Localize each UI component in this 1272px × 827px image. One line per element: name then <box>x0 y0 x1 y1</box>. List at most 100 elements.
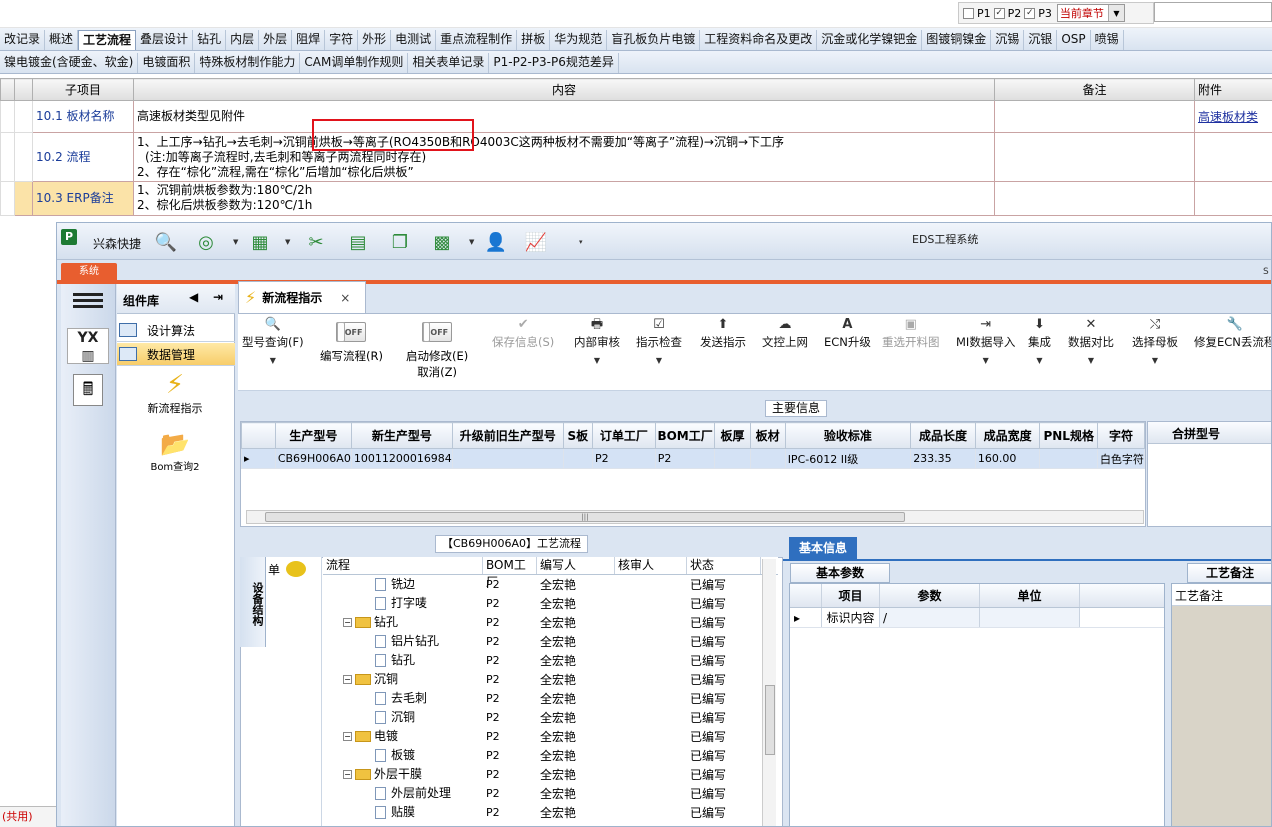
chapter-tab[interactable]: 阻焊 <box>292 30 326 50</box>
chevron-down-icon[interactable]: ▼ <box>1088 356 1094 365</box>
chapter-tab[interactable]: 外形 <box>358 30 392 50</box>
chevron-down-icon[interactable]: ▼ <box>1152 356 1158 365</box>
toggle-switch[interactable]: OFF <box>336 322 367 342</box>
grid-cell[interactable]: 160.00 <box>974 448 1041 469</box>
lib-item-data-management[interactable]: 数据管理 <box>117 343 235 366</box>
chapter-tab[interactable]: 概述 <box>45 30 79 50</box>
reselect-cutting-map-button[interactable]: ▣ 重选开料图 <box>882 316 940 350</box>
scroll-thumb[interactable] <box>765 685 775 755</box>
chapter-tab[interactable]: 外层 <box>259 30 293 50</box>
grid-cell[interactable]: 10011200016984 <box>350 448 453 469</box>
chevron-down-icon[interactable]: ▼ <box>285 238 290 246</box>
new-flow-instruction-launcher[interactable]: ⚡ 新流程指示 <box>127 370 223 416</box>
write-flow-toggle[interactable]: OFF 编写流程(R) <box>320 322 383 364</box>
factory-icon[interactable]: YX ▥ <box>67 328 109 364</box>
chevron-down-icon[interactable]: ▼ <box>983 356 989 365</box>
device-structure-tab[interactable]: 设备结构 <box>240 557 266 647</box>
send-instruction-button[interactable]: ⬆ 发送指示 <box>700 316 746 350</box>
cancel-label[interactable]: 取消(Z) <box>417 364 457 380</box>
collapse-icon[interactable]: − <box>343 732 352 741</box>
chevron-left-icon[interactable]: ◀ <box>189 290 198 304</box>
chevron-down-icon[interactable]: ▼ <box>469 238 474 246</box>
grid-cell[interactable]: IPC-6012 II级 <box>784 448 912 469</box>
chapter-tab[interactable]: 盲孔板负片电镀 <box>607 30 701 50</box>
flow-row[interactable]: − 沉铜 P2 全宏艳 已编写 <box>323 670 778 689</box>
grid-column-header[interactable]: BOM工厂 <box>654 422 716 449</box>
chapter-tab[interactable]: 叠层设计 <box>136 30 194 50</box>
search-icon[interactable]: 🔍 <box>155 231 177 253</box>
data-compare-button[interactable]: ✕ 数据对比 ▼ <box>1068 316 1114 365</box>
chapter-tab[interactable]: 工艺流程 <box>78 30 137 50</box>
grid-cell[interactable]: 白色字符 <box>1096 448 1146 469</box>
p2-checkbox[interactable]: ✓ <box>993 7 1005 19</box>
flow-row[interactable]: 铣边 P2 全宏艳 已编写 <box>323 575 778 594</box>
message-item[interactable]: 单 <box>266 557 322 581</box>
chapter-tab[interactable]: 内层 <box>226 30 260 50</box>
chevron-down-icon[interactable]: ▼ <box>656 356 662 365</box>
row-selector[interactable] <box>14 180 33 217</box>
model-query-button[interactable]: 🔍 型号查询(F) ▼ <box>242 316 304 365</box>
grid-column-header[interactable]: 成品长度 <box>910 422 976 449</box>
grid-column-header[interactable]: 验收标准 <box>784 422 912 449</box>
chapter-tab[interactable]: 特殊板材制作能力 <box>195 53 301 73</box>
chapter-tab[interactable]: 镍电镀金(含硬金、软金) <box>0 53 139 73</box>
flow-row[interactable]: 沉铜 P2 全宏艳 已编写 <box>323 708 778 727</box>
grid-cell[interactable] <box>749 448 786 469</box>
flow-col-header[interactable]: 流程 <box>323 557 483 574</box>
ecn-upgrade-button[interactable]: A ECN升级 <box>824 316 871 350</box>
lib-item-design-algorithm[interactable]: 设计算法 <box>117 319 235 342</box>
collapse-icon[interactable]: − <box>343 770 352 779</box>
mi-data-import-button[interactable]: ⇥ MI数据导入 ▼ <box>956 316 1015 365</box>
grid-cell[interactable]: CB69H006A0 <box>274 448 352 469</box>
req-attachment-link[interactable]: 高速板材类 <box>1194 100 1272 134</box>
grid-column-header[interactable]: 板厚 <box>714 422 751 449</box>
chapter-tab[interactable]: 喷锡 <box>1091 30 1124 50</box>
close-icon[interactable]: × <box>340 291 350 305</box>
select-all-corner[interactable] <box>241 422 276 449</box>
select-all-corner[interactable] <box>14 77 33 102</box>
chapter-tab[interactable]: 工程资料命名及更改 <box>700 30 818 50</box>
chart-icon[interactable]: 📈 <box>525 231 547 253</box>
chapter-tab[interactable]: CAM调单制作规则 <box>300 53 409 73</box>
toggle-switch[interactable]: OFF <box>422 322 453 342</box>
table-row[interactable]: ▸ 标识内容 / <box>790 608 1164 628</box>
chapter-tab[interactable]: 重点流程制作 <box>436 30 518 50</box>
collapse-icon[interactable]: − <box>343 675 352 684</box>
chapter-tab[interactable]: 电测试 <box>391 30 437 50</box>
internal-review-button[interactable]: 🖶 内部审核 ▼ <box>574 316 620 365</box>
chapter-tab[interactable]: 沉银 <box>1024 30 1058 50</box>
collapse-icon[interactable]: − <box>343 618 352 627</box>
vertical-scrollbar[interactable] <box>762 559 776 826</box>
save-info-button[interactable]: ✔ 保存信息(S) <box>492 316 554 350</box>
flow-row[interactable]: 铝片钻孔 P2 全宏艳 已编写 <box>323 632 778 651</box>
grid-column-header[interactable]: 板材 <box>749 422 786 449</box>
param-value-cell[interactable]: / <box>880 608 980 627</box>
customize-icon[interactable]: ▾ <box>579 238 583 246</box>
doc-control-online-button[interactable]: ☁ 文控上网 <box>762 316 808 350</box>
chapter-tab[interactable]: 电镀面积 <box>138 53 196 73</box>
chapter-tab[interactable]: 图镀铜镍金 <box>922 30 992 50</box>
grid-column-header[interactable]: PNL规格 <box>1039 422 1098 449</box>
instruction-check-button[interactable]: ☑ 指示检查 ▼ <box>636 316 682 365</box>
start-edit-toggle[interactable]: OFF 启动修改(E) 取消(Z) <box>406 322 468 380</box>
chevron-down-icon[interactable]: ▼ <box>270 356 276 365</box>
p1-checkbox[interactable] <box>963 7 974 19</box>
chapter-tab[interactable]: 相关表单记录 <box>408 53 490 73</box>
chapter-tab[interactable]: 拼板 <box>517 30 551 50</box>
chapter-tab[interactable]: 改记录 <box>0 30 46 50</box>
horizontal-scrollbar[interactable]: ||| <box>246 510 1144 524</box>
grid-cell[interactable]: P2 <box>591 448 656 469</box>
scroll-thumb[interactable]: ||| <box>265 512 905 522</box>
tab-basic-info[interactable]: 基本信息 <box>789 537 857 559</box>
grid-cell[interactable] <box>451 448 564 469</box>
grid-column-header[interactable]: 升级前旧生产型号 <box>451 422 564 449</box>
chevron-down-icon[interactable]: ▼ <box>233 238 238 246</box>
flow-col-header[interactable]: BOM工厂 <box>483 557 537 589</box>
flow-row[interactable]: 外层前处理 P2 全宏艳 已编写 <box>323 784 778 803</box>
lifebuoy-icon[interactable]: ◎ <box>195 231 217 253</box>
menu-icon[interactable] <box>73 290 103 312</box>
flow-col-header[interactable]: 核审人 <box>615 557 687 574</box>
tab-process-notes[interactable]: 工艺备注 <box>1187 563 1271 583</box>
flow-row[interactable]: − 外层干膜 P2 全宏艳 已编写 <box>323 765 778 784</box>
grid-cell[interactable] <box>714 448 751 469</box>
